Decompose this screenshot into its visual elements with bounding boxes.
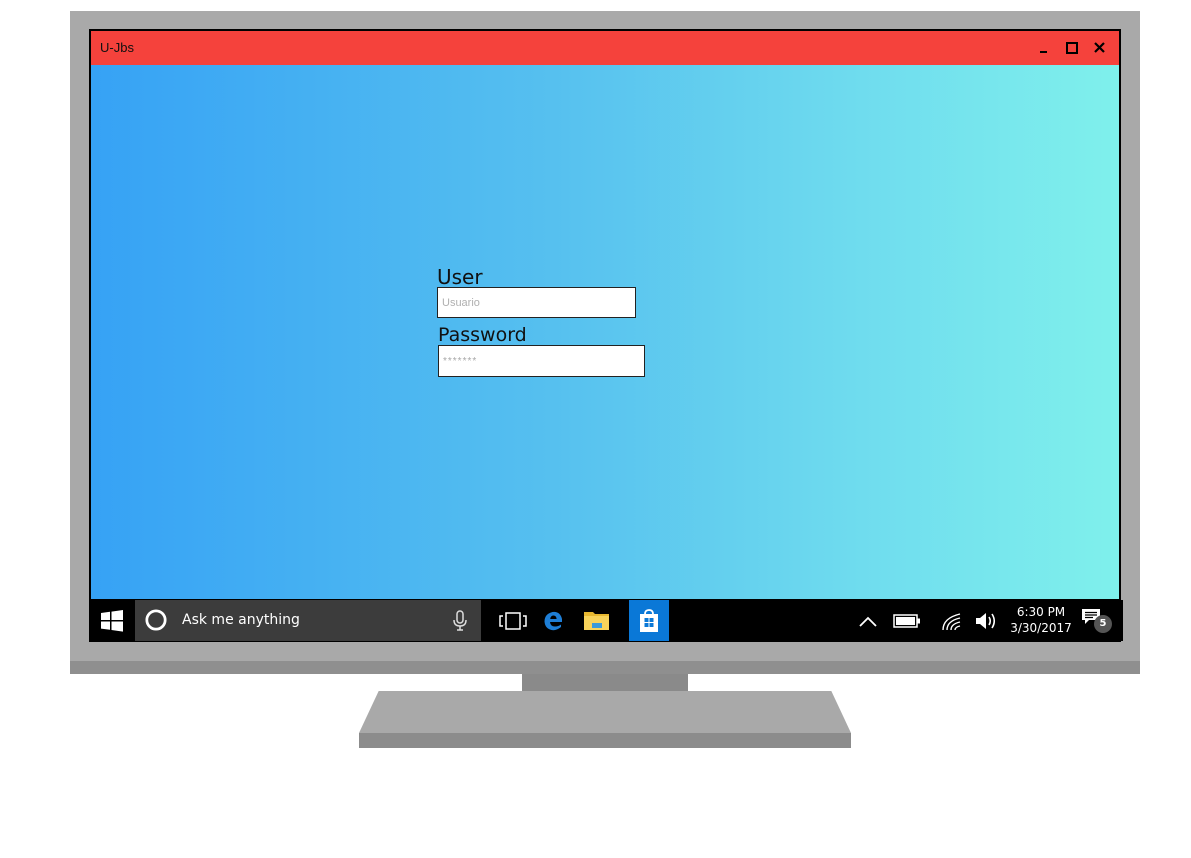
task-view-button[interactable] — [493, 600, 533, 641]
cortana-icon[interactable] — [145, 609, 167, 631]
clock-date: 3/30/2017 — [1010, 621, 1072, 635]
login-panel: User Password — [91, 65, 1119, 599]
close-icon — [1094, 42, 1105, 53]
search-box[interactable]: Ask me anything — [135, 600, 481, 641]
battery-button[interactable] — [887, 600, 927, 641]
battery-icon — [893, 613, 920, 628]
monitor-stand-foot — [359, 733, 851, 748]
monitor-chin — [70, 661, 1140, 674]
network-button[interactable] — [935, 600, 969, 641]
task-view-icon — [499, 611, 527, 630]
window-title: U-Jbs — [100, 40, 134, 55]
password-input[interactable] — [438, 345, 645, 377]
windows-start-icon — [101, 609, 123, 632]
user-label: User — [437, 265, 483, 289]
file-explorer-icon — [584, 611, 609, 630]
microphone-icon[interactable] — [451, 609, 469, 633]
store-button[interactable] — [629, 600, 669, 641]
file-explorer-button[interactable] — [577, 600, 617, 641]
chevron-up-icon — [859, 616, 877, 627]
monitor-stand-base — [359, 691, 851, 733]
user-input[interactable] — [437, 287, 636, 318]
taskbar: Ask me anything 6:30 PM 3/30/2017 5 — [91, 600, 1123, 641]
edge-icon — [544, 611, 562, 630]
close-button[interactable] — [1089, 37, 1111, 59]
app-window: U-Jbs User Password — [91, 31, 1119, 599]
store-icon — [640, 608, 658, 632]
maximize-button[interactable] — [1061, 37, 1083, 59]
minimize-button[interactable] — [1033, 37, 1055, 59]
clock[interactable]: 6:30 PM 3/30/2017 — [1005, 604, 1077, 636]
notification-badge: 5 — [1094, 615, 1112, 633]
minimize-icon — [1040, 51, 1047, 53]
maximize-icon — [1066, 42, 1078, 54]
volume-button[interactable] — [971, 600, 1003, 641]
show-hidden-icons-button[interactable] — [851, 600, 885, 641]
search-placeholder: Ask me anything — [182, 612, 300, 628]
title-bar[interactable]: U-Jbs — [91, 31, 1119, 65]
password-label: Password — [438, 324, 527, 346]
volume-icon — [976, 612, 996, 629]
wifi-icon — [942, 612, 961, 630]
clock-time: 6:30 PM — [1016, 605, 1066, 619]
edge-button[interactable] — [535, 600, 571, 641]
start-button[interactable] — [91, 600, 133, 641]
